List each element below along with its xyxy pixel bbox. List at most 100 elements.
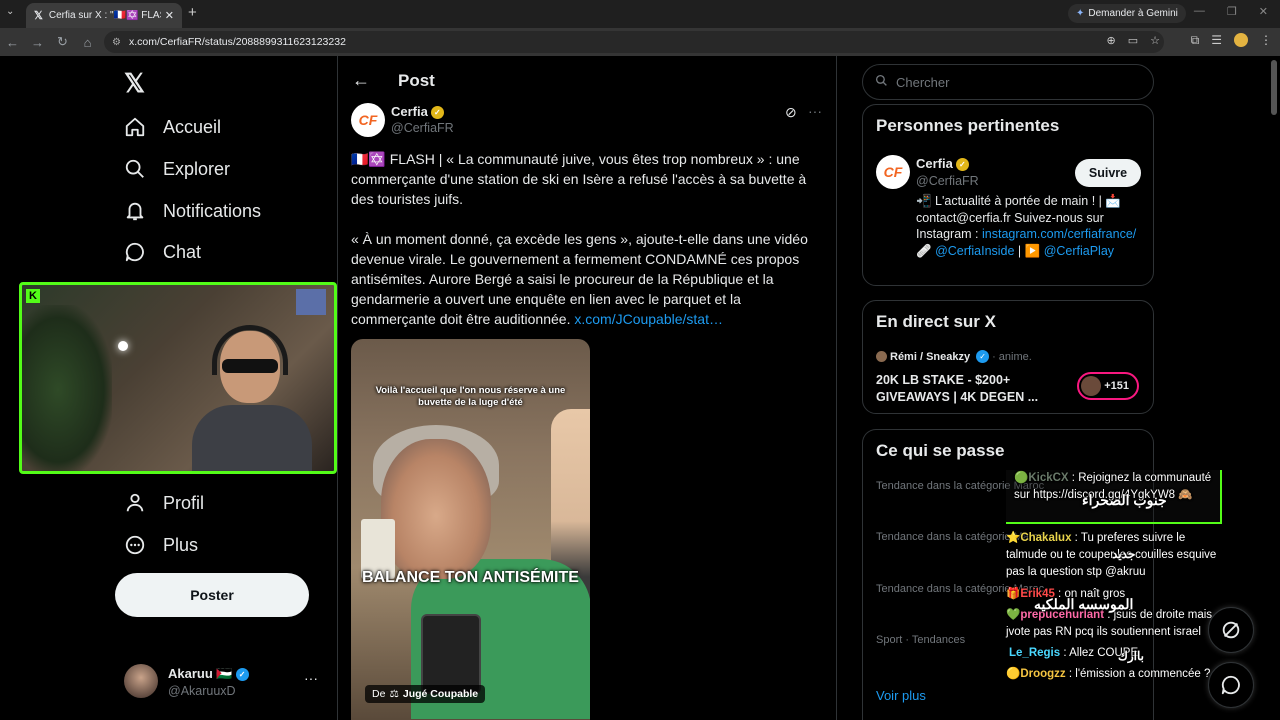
tab-title: Cerfia sur X : "🇫🇷✡️ FLASH | « La [48, 10, 161, 21]
window-controls: — ❐ ✕ [1194, 5, 1268, 18]
live-host[interactable]: Rémi / Sneakzy ✓ · anime. [876, 350, 1032, 363]
lamp-decor [118, 341, 128, 351]
nav-item-chat[interactable]: Chat [124, 241, 201, 263]
site-info-icon[interactable]: ⚙ [112, 37, 121, 48]
grok-icon[interactable]: ⊘ [785, 104, 797, 121]
account-handle: @AkaruuxD [168, 684, 236, 698]
verified-badge-icon: ✓ [976, 350, 990, 363]
kick-logo-icon: K [26, 289, 40, 303]
reload-icon[interactable]: ↻ [50, 34, 75, 50]
streamer [192, 325, 312, 471]
forward-icon[interactable]: → [25, 35, 50, 50]
panel-title: Ce qui se passe [876, 441, 1005, 460]
nav-item-notifications[interactable]: Notifications [124, 200, 261, 222]
relevant-bio: 📲 L'actualité à portée de main ! | 📩 con… [916, 194, 1137, 258]
nav-item-more[interactable]: Plus [124, 534, 198, 556]
nav-label-profile: Profil [163, 492, 205, 513]
search-icon [875, 74, 888, 90]
chat-message: Le_Regis : Allez COUPE [1009, 647, 1139, 659]
nav-item-profile[interactable]: Profil [124, 492, 204, 514]
scrollbar[interactable] [1271, 60, 1277, 115]
more-circle-icon [124, 534, 146, 556]
media-overlay-text: BALANCE TON ANTISÉMITE [362, 569, 579, 586]
x-home-logo-icon[interactable]: 𝕏 [124, 68, 145, 99]
live-listener-count[interactable]: +151 [1077, 372, 1139, 400]
author-name[interactable]: Cerfia ✓ [391, 104, 444, 120]
nav-label-chat: Chat [163, 241, 202, 262]
browser-tab[interactable]: 𝕏 Cerfia sur X : "🇫🇷✡️ FLASH | « La ✕ [26, 3, 182, 28]
chat-badge-icon: 💚 [1006, 609, 1021, 621]
grok-fab[interactable] [1208, 607, 1254, 653]
maximize-icon[interactable]: ❐ [1227, 5, 1237, 18]
author-handle[interactable]: @CerfiaFR [391, 121, 454, 135]
relevant-handle[interactable]: @CerfiaFR [916, 174, 979, 188]
profile-avatar-icon[interactable] [1234, 33, 1248, 47]
nav-item-explore[interactable]: Explorer [124, 158, 230, 180]
home-browser-icon[interactable]: ⌂ [75, 35, 100, 50]
webcam-overlay: K [19, 282, 337, 474]
verified-badge-icon: ✓ [955, 158, 969, 172]
bookmark-star-icon[interactable]: ☆ [1150, 34, 1160, 47]
trend-meta[interactable]: Sport · Tendances [876, 634, 965, 646]
nav-label-notifications: Notifications [163, 200, 262, 221]
bell-icon [124, 200, 146, 222]
gemini-button[interactable]: ✦ Demander à Gemini [1068, 4, 1186, 23]
bio-link[interactable]: @CerfiaInside [935, 244, 1014, 258]
media-credit[interactable]: De ⚖ Jugé Coupable [365, 685, 486, 703]
arabic-overlay-text: باارك [1118, 649, 1145, 663]
relevant-people-panel: Personnes pertinentes CF Cerfia ✓ @Cerfia… [862, 104, 1154, 286]
relevant-avatar[interactable]: CF [876, 155, 910, 189]
see-more-link[interactable]: Voir plus [876, 688, 926, 703]
author-avatar[interactable]: CF [351, 103, 385, 137]
live-title[interactable]: 20K LB STAKE - $200+ GIVEAWAYS | 4K DEGE… [876, 372, 1066, 406]
close-tab-icon[interactable]: ✕ [165, 9, 174, 22]
panel-title: En direct sur X [876, 312, 996, 331]
post-paragraph: « À un moment donné, ça excède les gens … [351, 231, 808, 327]
minimize-icon[interactable]: — [1194, 5, 1205, 18]
post-media[interactable]: Voilà l'accueil que l'on nous réserve à … [351, 339, 590, 720]
nav-label-home: Accueil [163, 116, 222, 137]
chat-bubble-icon [1221, 675, 1240, 695]
nav-label-more: Plus [163, 534, 199, 555]
account-switcher[interactable]: Akaruu 🇵🇸 ✓ @AkaruuxD ··· [124, 664, 324, 704]
post-button[interactable]: Poster [115, 573, 309, 617]
account-more-icon[interactable]: ··· [304, 670, 318, 686]
avatar [124, 664, 158, 698]
browser-menu-icon[interactable]: ⋮ [1260, 33, 1272, 48]
x-logo-icon: 𝕏 [34, 10, 43, 22]
tab-list-icon[interactable]: ⌄ [6, 6, 14, 17]
stream-chat-overlay: 🟢KickCX : Rejoignez la communauté sur ht… [1006, 470, 1226, 720]
url-field[interactable]: ⚙ x.com/CerfiaFR/status/2088899311623123… [104, 31, 1164, 53]
back-arrow-icon[interactable]: ← [352, 70, 370, 91]
relevant-name[interactable]: Cerfia ✓ [916, 156, 969, 172]
messages-fab[interactable] [1208, 662, 1254, 708]
bio-link[interactable]: @CerfiaPlay [1044, 244, 1114, 258]
extensions-icon[interactable]: ⧉ [1191, 33, 1200, 48]
wall-art-decor [296, 289, 326, 315]
nav-label-explore: Explorer [163, 158, 231, 179]
arabic-overlay-text: جدید [1112, 547, 1136, 561]
chat-icon [124, 241, 146, 263]
post-link[interactable]: x.com/JCoupable/stat… [574, 311, 723, 327]
back-icon[interactable]: ← [0, 35, 25, 50]
grok-icon [1222, 621, 1240, 639]
close-window-icon[interactable]: ✕ [1259, 5, 1268, 18]
post-text: 🇫🇷✡️ FLASH | « La communauté juive, vous… [351, 149, 829, 349]
host-avatar [876, 351, 887, 362]
follow-button[interactable]: Suivre [1075, 159, 1141, 187]
zoom-icon[interactable]: ⊕ [1107, 34, 1116, 47]
nav-item-home[interactable]: Accueil [124, 116, 221, 138]
chat-badge-icon: ⭐ [1006, 532, 1021, 544]
reading-list-icon[interactable]: ☰ [1211, 33, 1222, 48]
bio-link[interactable]: instagram.com/cerfiafrance/ [982, 227, 1136, 241]
new-tab-icon[interactable]: + [188, 4, 197, 21]
cast-icon[interactable]: ▭ [1128, 34, 1138, 47]
verified-badge-icon: ✓ [430, 106, 444, 120]
search-field[interactable] [862, 64, 1154, 100]
page-title: Post [398, 71, 435, 90]
search-input[interactable] [896, 74, 1136, 90]
post-more-icon[interactable]: ··· [808, 103, 822, 119]
live-panel: En direct sur X Rémi / Sneakzy ✓ · anime. … [862, 300, 1154, 414]
home-icon [124, 116, 146, 138]
chat-badge-icon: 🟢 [1014, 472, 1029, 484]
